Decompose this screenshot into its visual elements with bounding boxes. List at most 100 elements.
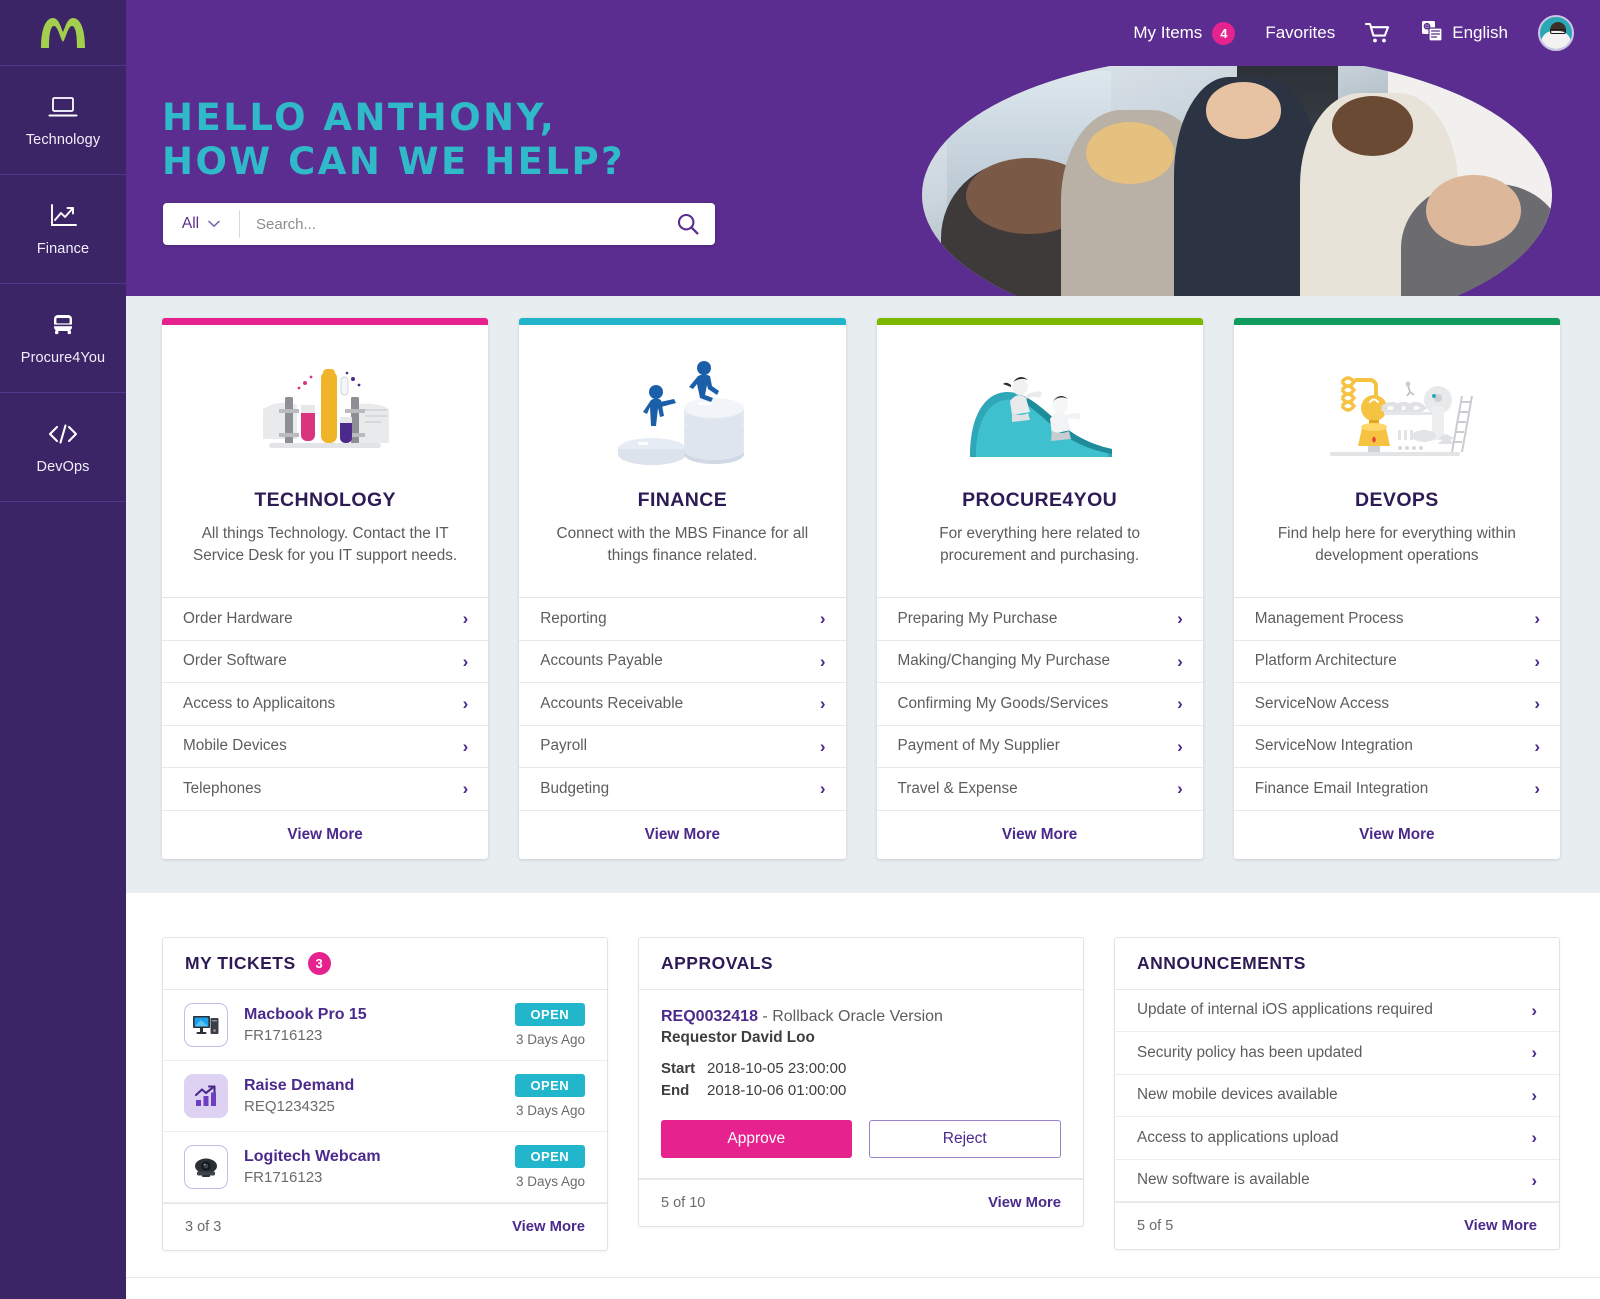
sidebar-item-technology[interactable]: Technology xyxy=(0,66,126,175)
card-link-label: Payroll xyxy=(540,737,588,755)
card-link[interactable]: Reporting › xyxy=(519,598,846,641)
sidebar-item-devops[interactable]: DevOps xyxy=(0,393,126,502)
chevron-right-icon: › xyxy=(1531,1043,1537,1063)
card-view-more[interactable]: View More xyxy=(1234,811,1560,859)
card-link-label: Finance Email Integration xyxy=(1254,779,1429,797)
favorites-link[interactable]: Favorites xyxy=(1265,23,1335,43)
card-header: PROCURE4YOU For everything here related … xyxy=(877,325,1203,597)
card-accent-bar xyxy=(519,318,846,325)
chevron-right-icon: › xyxy=(1531,1085,1537,1105)
card-link[interactable]: Budgeting › xyxy=(519,768,846,811)
card-link[interactable]: Accounts Payable › xyxy=(519,641,846,683)
approval-actions: Approve Reject xyxy=(661,1120,1061,1159)
language-selector[interactable]: English xyxy=(1421,20,1508,47)
search-scope-label: All xyxy=(181,215,200,232)
card-link[interactable]: Order Software › xyxy=(162,641,489,683)
announcement-row[interactable]: New mobile devices available › xyxy=(1115,1075,1559,1117)
panel-header: MY TICKETS 3 xyxy=(163,938,607,990)
left-sidebar: Technology Finance Procure4You DevOps xyxy=(0,0,126,1299)
ticket-row[interactable]: Macbook Pro 15 FR1716123 OPEN 3 Days Ago xyxy=(163,990,607,1061)
announcement-row[interactable]: Security policy has been updated › xyxy=(1115,1032,1559,1075)
card-accent-bar xyxy=(162,318,489,325)
user-avatar[interactable] xyxy=(1538,15,1574,51)
approve-button[interactable]: Approve xyxy=(661,1120,852,1159)
card-link[interactable]: Mobile Devices › xyxy=(162,726,489,768)
card-header: TECHNOLOGY All things Technology. Contac… xyxy=(162,325,488,597)
card-link[interactable]: Platform Architecture › xyxy=(1233,641,1560,683)
announcement-row[interactable]: Access to applications upload › xyxy=(1115,1117,1559,1160)
chevron-right-icon: › xyxy=(1531,1000,1537,1020)
card-link[interactable]: ServiceNow Integration › xyxy=(1233,726,1560,768)
approval-end-row: End 2018-10-06 01:00:00 xyxy=(661,1080,1061,1103)
hero-photo xyxy=(922,66,1552,296)
shopping-cart-button[interactable] xyxy=(1365,22,1391,44)
card-link[interactable]: Travel & Expense › xyxy=(876,768,1203,811)
announcement-label: Access to applications upload xyxy=(1137,1128,1339,1146)
announcements-view-more[interactable]: View More xyxy=(1464,1218,1537,1234)
card-link[interactable]: Order Hardware › xyxy=(162,598,489,641)
tickets-footer-count: 3 of 3 xyxy=(185,1218,222,1235)
card-link[interactable]: ServiceNow Access › xyxy=(1233,683,1560,726)
card-view-more[interactable]: View More xyxy=(519,811,845,859)
reject-button[interactable]: Reject xyxy=(868,1120,1061,1159)
card-link[interactable]: Preparing My Purchase › xyxy=(876,598,1203,641)
card-link[interactable]: Payment of My Supplier › xyxy=(876,726,1203,768)
merck-m-logo-icon xyxy=(41,17,85,48)
announcement-row[interactable]: Update of internal iOS applications requ… xyxy=(1115,990,1559,1032)
card-title: TECHNOLOGY xyxy=(254,489,396,511)
approval-separator: - xyxy=(757,1007,773,1025)
my-items-link[interactable]: My Items 4 xyxy=(1133,21,1236,45)
sidebar-item-finance[interactable]: Finance xyxy=(0,175,126,284)
service-card-finance[interactable]: FINANCE Connect with the MBS Finance for… xyxy=(519,318,846,859)
code-brackets-icon xyxy=(46,419,80,449)
card-link[interactable]: Making/Changing My Purchase › xyxy=(876,641,1203,683)
announcement-label: New mobile devices available xyxy=(1137,1086,1338,1104)
search-input[interactable] xyxy=(240,215,661,233)
approval-start-label: Start xyxy=(661,1059,696,1077)
ticket-row[interactable]: Raise Demand REQ1234325 OPEN 3 Days Ago xyxy=(163,1061,607,1132)
card-view-more[interactable]: View More xyxy=(162,811,488,859)
ticket-name: Macbook Pro 15 xyxy=(244,1005,367,1023)
card-view-more[interactable]: View More xyxy=(877,811,1203,859)
chevron-right-icon: › xyxy=(462,736,469,756)
approvals-view-more[interactable]: View More xyxy=(988,1195,1061,1211)
ticket-number: FR1716123 xyxy=(244,1168,323,1186)
card-link[interactable]: Accounts Receivable › xyxy=(519,683,846,726)
chevron-right-icon: › xyxy=(819,651,826,671)
service-card-technology[interactable]: TECHNOLOGY All things Technology. Contac… xyxy=(162,318,489,859)
ticket-status-badge: OPEN xyxy=(514,1144,585,1168)
shopping-cart-icon xyxy=(1365,22,1390,43)
card-header: DEVOPS Find help here for everything wit… xyxy=(1234,325,1560,597)
service-card-procure4you[interactable]: PROCURE4YOU For everything here related … xyxy=(876,318,1203,859)
tickets-view-more[interactable]: View More xyxy=(512,1219,585,1235)
approval-request-id[interactable]: REQ0032418 xyxy=(661,1008,758,1025)
card-link[interactable]: Finance Email Integration › xyxy=(1233,768,1560,811)
card-link[interactable]: Telephones › xyxy=(162,768,489,811)
webcam-icon xyxy=(184,1144,228,1189)
card-link-label: Platform Architecture xyxy=(1254,652,1397,670)
card-links-list: Management Process › Platform Architectur… xyxy=(1233,597,1560,811)
announcement-row[interactable]: New software is available › xyxy=(1115,1160,1559,1202)
card-link[interactable]: Confirming My Goods/Services › xyxy=(876,683,1203,726)
announcement-label: Security policy has been updated xyxy=(1137,1043,1363,1061)
sidebar-item-procure4you[interactable]: Procure4You xyxy=(0,284,126,393)
ticket-status-badge: OPEN xyxy=(514,1002,585,1026)
approval-request-title: Rollback Oracle Version xyxy=(772,1007,943,1025)
card-link[interactable]: Access to Applicaitons › xyxy=(162,683,489,726)
search-submit-button[interactable] xyxy=(661,212,715,236)
card-link[interactable]: Payroll › xyxy=(519,726,846,768)
service-card-devops[interactable]: DEVOPS Find help here for everything wit… xyxy=(1233,318,1560,859)
search-scope-select[interactable]: All xyxy=(163,215,239,233)
card-link[interactable]: Management Process › xyxy=(1233,598,1560,641)
ticket-row[interactable]: Logitech Webcam FR1716123 OPEN 3 Days Ag… xyxy=(163,1132,607,1203)
card-accent-bar xyxy=(1233,318,1560,325)
card-link-label: Accounts Receivable xyxy=(540,694,684,712)
chevron-right-icon: › xyxy=(462,609,469,629)
announcement-label: Update of internal iOS applications requ… xyxy=(1137,1001,1433,1019)
card-title: PROCURE4YOU xyxy=(962,489,1118,511)
panel-footer: 5 of 5 View More xyxy=(1115,1202,1559,1249)
panel-title: MY TICKETS xyxy=(185,952,296,973)
card-links-list: Preparing My Purchase › Making/Changing M… xyxy=(876,597,1203,811)
bus-icon xyxy=(48,310,78,340)
brand-logo[interactable] xyxy=(0,0,126,66)
